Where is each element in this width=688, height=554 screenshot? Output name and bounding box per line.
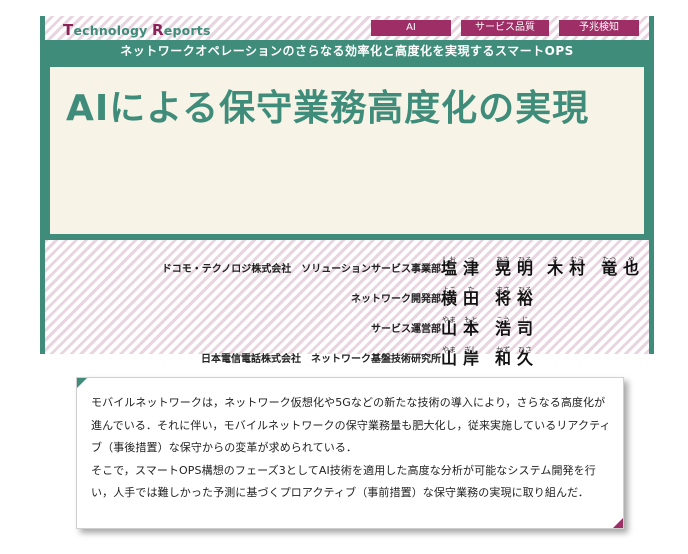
article-header: Technology Reports AI サービス品質監視 予兆検知 ネットワ… [40,16,654,368]
name-ruby: たつ [602,256,617,264]
author-name: よこ横 た田 まさ将 ひろ裕 [441,286,533,308]
corner-triangle-green [77,378,87,388]
name-ruby: ひさ [518,346,533,354]
affiliation: ネットワーク開発部 [351,294,441,305]
author-row: ネットワーク開発部 よこ横 た田 まさ将 ひろ裕 [71,278,631,308]
author-names: しお塩 つ津 あき晃 ひろ明 き木 むら村 たつ竜 や也 [441,256,639,278]
name-ruby: やま [442,316,456,324]
name-ruby: かず [496,346,511,354]
subtitle-bar: ネットワークオペレーションのさらなる効率化と高度化を実現するスマートOPS [45,40,649,62]
name-char: ひろ明 [517,256,533,278]
name-char: やま山 [441,316,457,338]
name-ruby: まさ [496,286,511,294]
name-char: しお塩 [441,256,457,278]
name-char: や也 [623,256,639,278]
tag-ai: AI [371,20,451,36]
keyword-tags: AI サービス品質監視 予兆検知 [371,20,639,49]
top-bar: Technology Reports AI サービス品質監視 予兆検知 [45,16,649,49]
abstract-paragraph-1: モバイルネットワークは，ネットワーク仮想化や5Gなどの新たな技術の導入により，さ… [91,396,611,454]
title-panel: AIによる保守業務高度化の実現 [45,62,649,240]
name-char: き木 [547,256,563,278]
author-name: やま山 ぎし岸 かず和 ひさ久 [441,346,533,368]
name-char: じ司 [517,316,533,338]
tag-service-quality: サービス品質監視 [461,20,549,49]
name-ruby: た [467,286,475,294]
abstract-box: モバイルネットワークは，ネットワーク仮想化や5Gなどの新たな技術の導入により，さ… [76,377,624,529]
brand-logo: Technology Reports [63,21,211,39]
affiliation: サービス運営部 [371,324,441,335]
name-ruby: やま [442,346,456,354]
author-name: き木 むら村 たつ竜 や也 [547,256,639,278]
name-char: ひさ久 [517,346,533,368]
author-name: しお塩 つ津 あき晃 ひろ明 [441,256,533,278]
name-char: よこ横 [441,286,457,308]
name-ruby: ひろ [518,286,533,294]
page-title: AIによる保守業務高度化の実現 [66,88,590,129]
affiliation: ドコモ・テクノロジ株式会社 ソリューションサービス事業部 [161,264,441,275]
name-ruby: よこ [442,286,456,294]
author-names: やま山 ぎし岸 かず和 ひさ久 [441,346,533,368]
name-char: むら村 [569,256,585,278]
author-names: よこ横 た田 まさ将 ひろ裕 [441,286,533,308]
name-ruby: じ [521,316,529,324]
brand-initial-r: R [152,21,164,39]
name-char: こう浩 [495,316,511,338]
name-char: かず和 [495,346,511,368]
tag-predictive-detection: 予兆検知 [559,20,639,36]
author-name: やま山 もと本 こう浩 じ司 [441,316,533,338]
name-ruby: あき [496,256,511,264]
name-ruby: や [627,256,635,264]
name-ruby: ひろ [518,256,533,264]
name-ruby: むら [570,256,585,264]
author-row: 日本電信電話株式会社 ネットワーク基盤技術研究所 やま山 ぎし岸 かず和 ひさ久 [71,338,631,368]
name-ruby: しお [442,256,456,264]
author-row: サービス運営部 やま山 もと本 こう浩 じ司 [71,308,631,338]
name-char: あき晃 [495,256,511,278]
name-char: ひろ裕 [517,286,533,308]
name-char: たつ竜 [601,256,617,278]
brand-word-2: eports [163,23,211,38]
name-char: ぎし岸 [463,346,479,368]
name-ruby: こう [496,316,511,324]
name-ruby: つ [467,256,475,264]
name-char: もと本 [463,316,479,338]
author-row: ドコモ・テクノロジ株式会社 ソリューションサービス事業部 しお塩 つ津 あき晃 … [71,248,639,278]
name-ruby: ぎし [464,346,479,354]
name-char: まさ将 [495,286,511,308]
author-list: ドコモ・テクノロジ株式会社 ソリューションサービス事業部 しお塩 つ津 あき晃 … [71,248,639,368]
corner-triangle-magenta [613,518,623,528]
name-char: やま山 [441,346,457,368]
name-ruby: き [551,256,559,264]
affiliation: 日本電信電話株式会社 ネットワーク基盤技術研究所 [201,354,441,365]
author-names: やま山 もと本 こう浩 じ司 [441,316,533,338]
abstract-paragraph-2: そこで，スマートOPS構想のフェーズ3としてAI技術を適用した高度な分析が可能な… [91,463,596,500]
brand-word-1: echnology [73,23,153,38]
name-ruby: もと [464,316,478,324]
title-inner: AIによる保守業務高度化の実現 [50,67,644,234]
brand-initial-t: T [63,21,74,39]
name-char: つ津 [463,256,479,278]
name-char: た田 [463,286,479,308]
